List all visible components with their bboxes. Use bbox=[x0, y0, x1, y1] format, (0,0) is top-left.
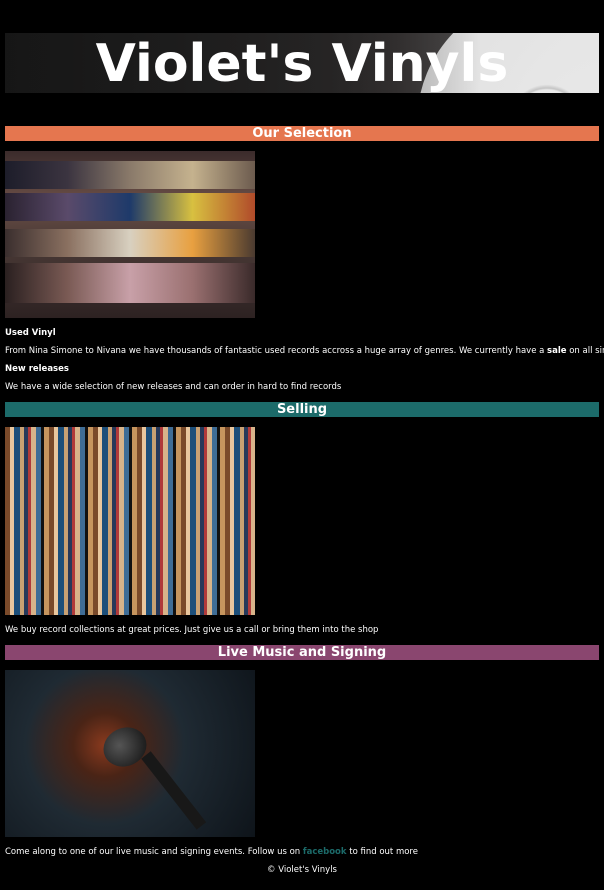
microphone-icon bbox=[97, 720, 153, 774]
live-text-end: to find out more bbox=[349, 847, 418, 857]
new-releases-text: We have a wide selection of new releases… bbox=[5, 382, 342, 392]
sale-emphasis: sale bbox=[547, 346, 567, 356]
new-releases-heading: New releases bbox=[5, 364, 69, 374]
used-vinyl-heading: Used Vinyl bbox=[5, 328, 56, 338]
section-heading-live-music: Live Music and Signing bbox=[5, 645, 599, 660]
crate-row bbox=[5, 229, 255, 257]
crate-row bbox=[5, 161, 255, 189]
used-vinyl-text: From Nina Simone to Nivana we have thous… bbox=[5, 346, 604, 357]
header-banner: Violet's Vinyls bbox=[5, 33, 599, 93]
record-crates-photo bbox=[5, 151, 255, 318]
section-heading-selection: Our Selection bbox=[5, 126, 599, 141]
live-music-text: Come along to one of our live music and … bbox=[5, 847, 599, 858]
used-vinyl-text-end: on all singles. bbox=[569, 346, 604, 356]
site-title: Violet's Vinyls bbox=[95, 34, 509, 93]
section-heading-selling: Selling bbox=[5, 402, 599, 417]
microphone-stand bbox=[141, 751, 207, 830]
crate-row bbox=[5, 263, 255, 303]
live-text-start: Come along to one of our live music and … bbox=[5, 847, 301, 857]
crate-row bbox=[5, 193, 255, 221]
record-spines-photo bbox=[5, 427, 255, 615]
microphone-photo bbox=[5, 670, 255, 837]
facebook-link[interactable]: facebook bbox=[303, 847, 347, 857]
selling-text: We buy record collections at great price… bbox=[5, 625, 379, 635]
used-vinyl-text-start: From Nina Simone to Nivana we have thous… bbox=[5, 346, 545, 356]
footer-copyright: © Violet's Vinyls bbox=[267, 865, 337, 875]
